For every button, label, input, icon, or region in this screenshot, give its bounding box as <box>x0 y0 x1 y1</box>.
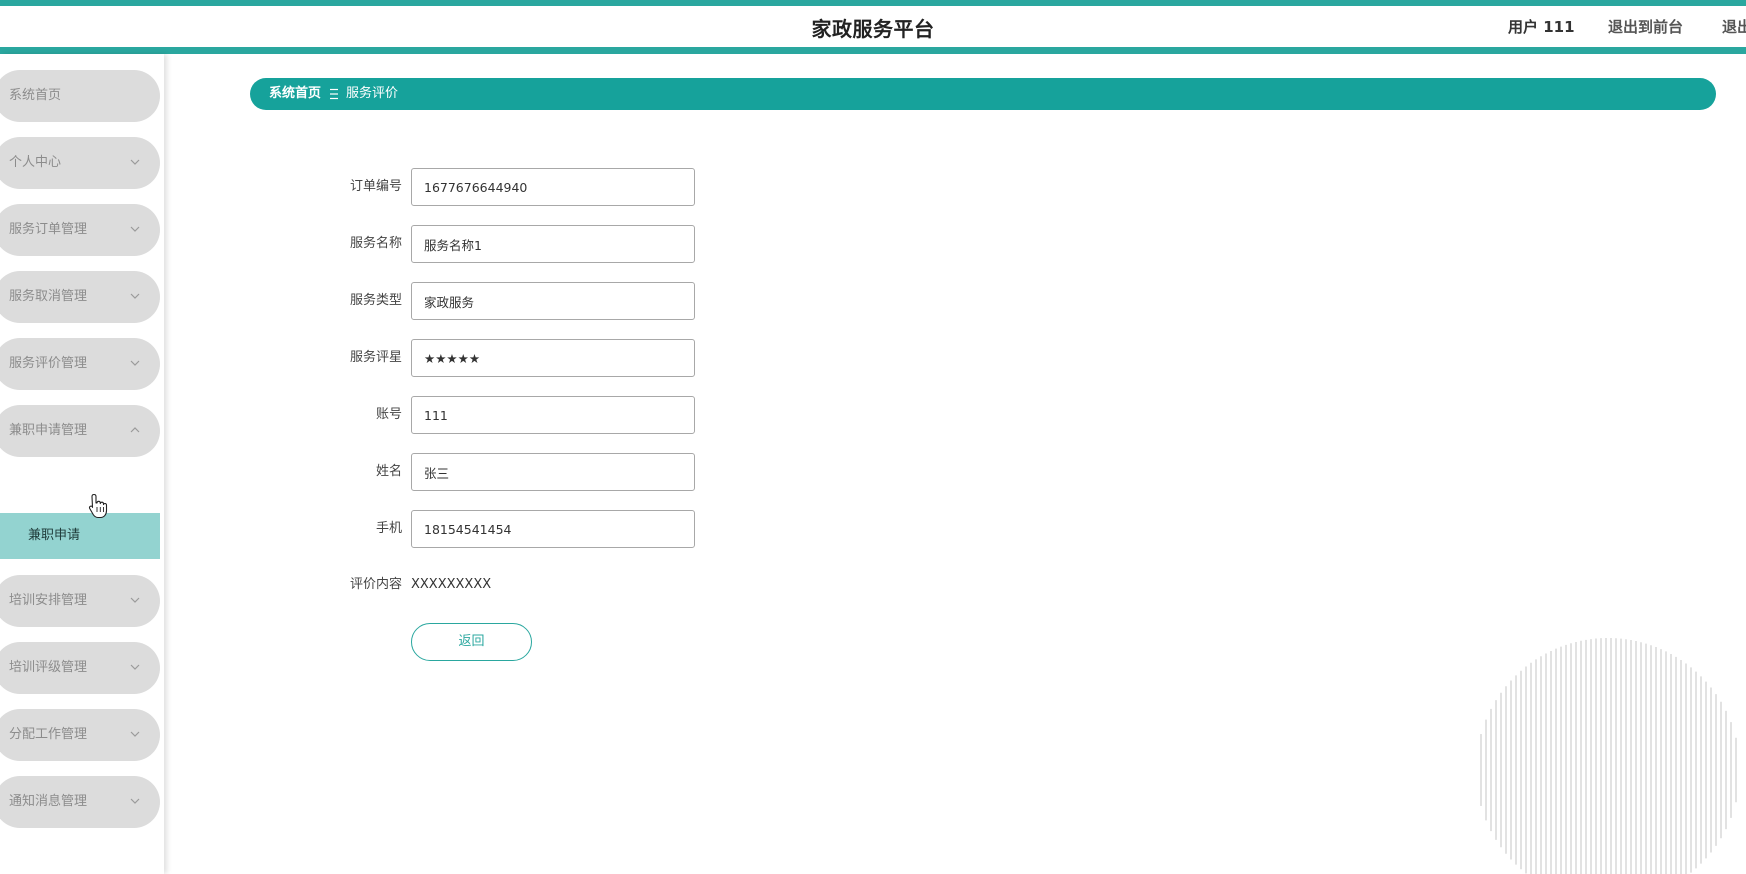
sidebar-item-label: 培训评级管理 <box>9 660 88 675</box>
sidebar-item-notifications[interactable]: 通知消息管理 <box>0 776 160 828</box>
sidebar-subitem-label: 兼职申请 <box>28 528 81 543</box>
menu-lines-icon <box>330 88 338 100</box>
chevron-down-icon <box>130 776 142 828</box>
form-row-service-name: 服务名称 <box>330 225 730 263</box>
breadcrumb: 系统首页 服务评价 <box>250 78 1716 110</box>
sidebar-item-work-assignment[interactable]: 分配工作管理 <box>0 709 160 761</box>
form-row-rating: 服务评星 <box>330 339 730 377</box>
order-no-label: 订单编号 <box>349 179 402 194</box>
order-no-field[interactable] <box>411 168 695 206</box>
sidebar-item-home[interactable]: 系统首页 <box>0 70 160 122</box>
service-name-label: 服务名称 <box>349 236 402 251</box>
phone-field[interactable] <box>411 510 695 548</box>
form-row-service-type: 服务类型 <box>330 282 730 320</box>
sidebar-item-service-orders[interactable]: 服务订单管理 <box>0 204 160 256</box>
striped-circle-decoration <box>1480 638 1737 874</box>
form-row-name: 姓名 <box>330 453 730 491</box>
sidebar-item-personal-center[interactable]: 个人中心 <box>0 137 160 189</box>
service-type-label: 服务类型 <box>349 293 402 308</box>
rating-label: 服务评星 <box>349 350 402 365</box>
sidebar-item-label: 通知消息管理 <box>9 794 88 809</box>
form-row-account: 账号 <box>330 396 730 434</box>
sidebar-item-label: 培训安排管理 <box>9 593 88 608</box>
chevron-down-icon <box>130 642 142 694</box>
chevron-up-icon <box>130 405 142 457</box>
logout-link[interactable]: 退出 <box>1722 16 1746 37</box>
chevron-down-icon <box>130 204 142 256</box>
name-label: 姓名 <box>375 464 402 479</box>
current-user-label: 用户 111 <box>1508 18 1575 36</box>
service-name-field[interactable] <box>411 225 695 263</box>
sidebar: 系统首页 个人中心 服务订单管理 服务取消管理 服务评价管理 兼职申请管理 兼职… <box>0 54 164 874</box>
phone-label: 手机 <box>375 521 402 536</box>
breadcrumb-current: 服务评价 <box>346 86 399 101</box>
sidebar-item-label: 服务评价管理 <box>9 356 88 371</box>
top-header: 家政服务平台 用户 111 退出到前台 退出 <box>0 0 1746 54</box>
sidebar-item-label: 个人中心 <box>9 155 62 170</box>
sidebar-item-parttime-apply[interactable]: 兼职申请管理 <box>0 405 160 457</box>
account-field[interactable] <box>411 396 695 434</box>
chevron-down-icon <box>130 137 142 189</box>
app-title: 家政服务平台 <box>811 17 935 41</box>
form-row-order-no: 订单编号 <box>330 168 730 206</box>
sidebar-item-label: 分配工作管理 <box>9 727 88 742</box>
back-button[interactable]: 返回 <box>411 623 532 661</box>
sidebar-item-training-rating[interactable]: 培训评级管理 <box>0 642 160 694</box>
account-label: 账号 <box>375 407 402 422</box>
exit-to-frontend-link[interactable]: 退出到前台 <box>1608 16 1683 37</box>
sidebar-item-label: 服务取消管理 <box>9 289 88 304</box>
breadcrumb-home-link[interactable]: 系统首页 <box>269 78 321 110</box>
comment-value: XXXXXXXXX <box>411 577 492 592</box>
chevron-down-icon <box>130 338 142 390</box>
chevron-down-icon <box>130 709 142 761</box>
rating-field[interactable] <box>411 339 695 377</box>
sidebar-item-training-schedule[interactable]: 培训安排管理 <box>0 575 160 627</box>
service-type-field[interactable] <box>411 282 695 320</box>
chevron-down-icon <box>130 271 142 323</box>
form-row-phone: 手机 <box>330 510 730 548</box>
form-row-comment: 评价内容 XXXXXXXXX <box>330 566 730 604</box>
sidebar-item-label: 系统首页 <box>9 88 62 103</box>
sidebar-subitem-parttime-apply[interactable]: 兼职申请 <box>0 513 160 559</box>
name-field[interactable] <box>411 453 695 491</box>
sidebar-item-service-cancel[interactable]: 服务取消管理 <box>0 271 160 323</box>
comment-label: 评价内容 <box>349 577 402 592</box>
chevron-down-icon <box>130 575 142 627</box>
sidebar-item-label: 服务订单管理 <box>9 222 88 237</box>
sidebar-item-service-review[interactable]: 服务评价管理 <box>0 338 160 390</box>
sidebar-item-label: 兼职申请管理 <box>9 423 88 438</box>
